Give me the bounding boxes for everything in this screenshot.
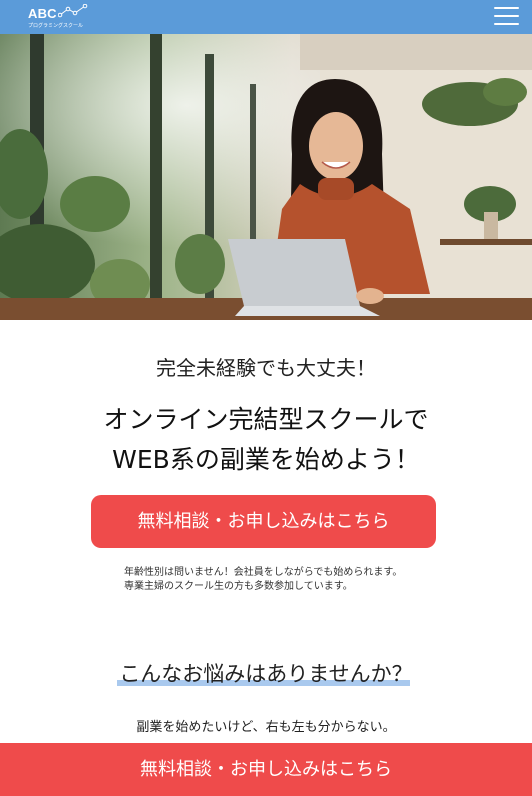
catch-headline-line2: WEB系の副業を始めよう！ (112, 445, 420, 474)
note-line2: 専業主婦のスクール生の方も多数参加しています。 (124, 581, 353, 592)
logo-text: ABC (28, 6, 57, 21)
site-header: ABC プログラミングスクール (0, 0, 532, 34)
consultation-apply-button[interactable]: 無料相談・お申し込みはこちら (91, 495, 436, 548)
logo-subtitle: プログラミングスクール (28, 23, 84, 29)
note-line1: 年齢性別は問いません！会社員をしながらでも始められます。 (124, 567, 403, 578)
catch-headline: オンライン完結型スクールで WEB系の副業を始めよう！ (0, 400, 532, 480)
logo[interactable]: ABC プログラミングスクール (28, 4, 90, 30)
catch-subtitle: 完全未経験でも大丈夫！ (156, 356, 376, 380)
catch-headline-line1: オンライン完結型スクールで (103, 405, 429, 434)
target-audience-note: 年齢性別は問いません！会社員をしながらでも始められます。 専業主婦のスクール生の… (124, 566, 402, 594)
hero-photo (0, 34, 532, 320)
worries-section-title: こんなお悩みはありませんか？ (119, 662, 413, 686)
logo-graph-icon (58, 4, 88, 18)
hero-image (0, 34, 532, 320)
hamburger-menu-icon[interactable] (494, 7, 519, 26)
worry-item: 副業を始めたいけど、右も左も分からない。 (136, 720, 396, 735)
fixed-consultation-apply-button[interactable]: 無料相談・お申し込みはこちら (0, 743, 532, 796)
